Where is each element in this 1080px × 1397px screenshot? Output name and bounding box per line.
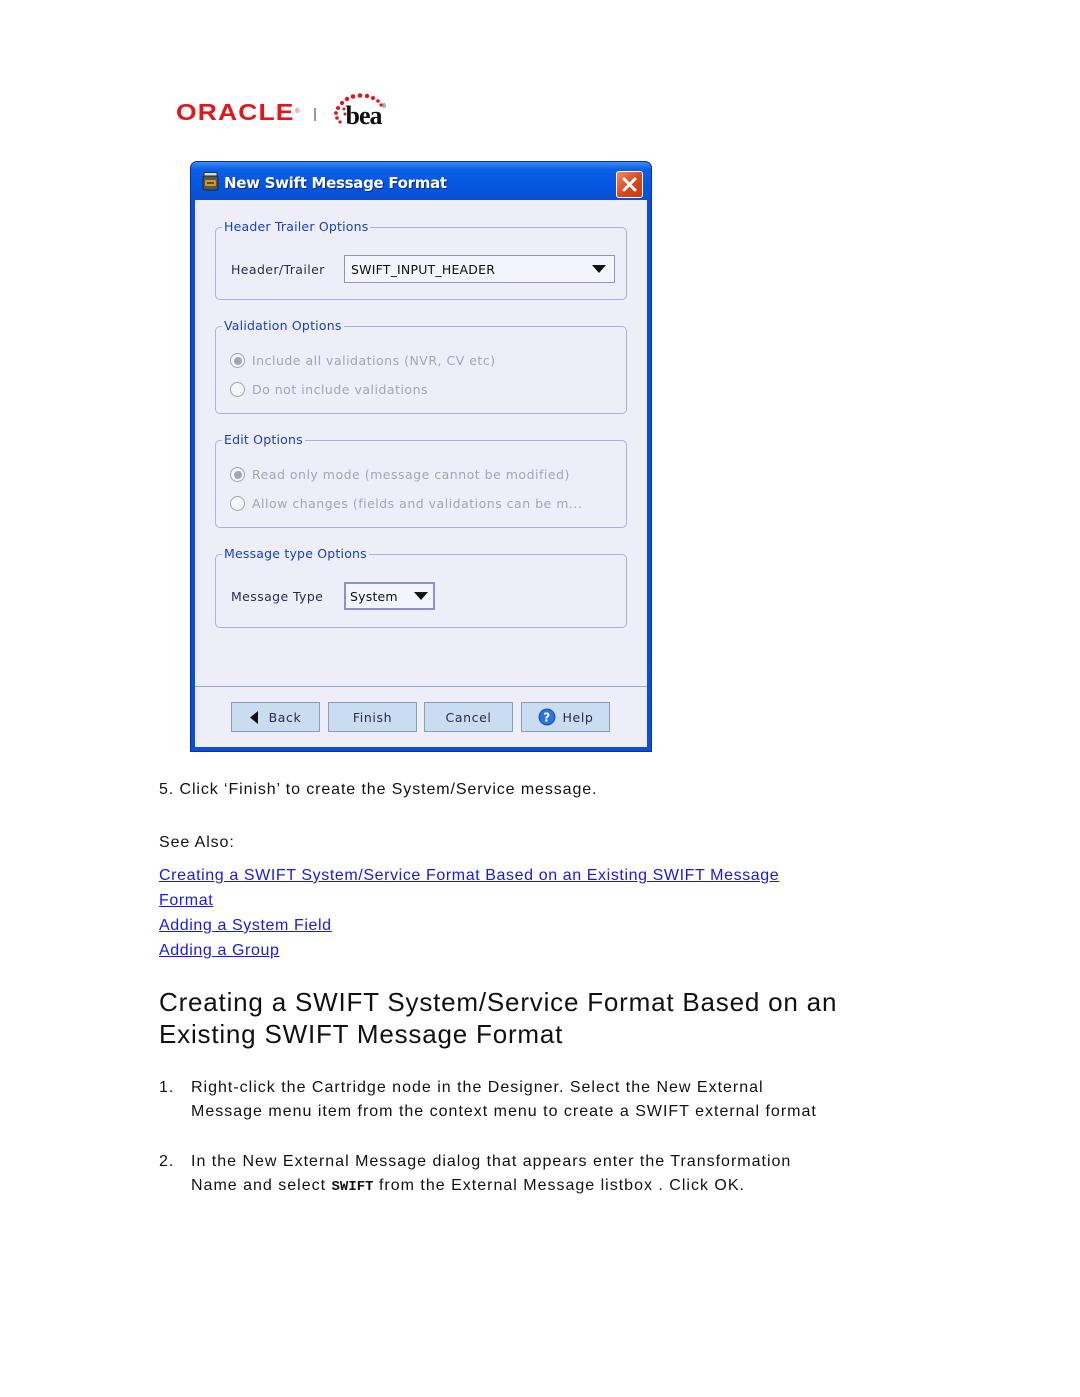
radio-include-all-validations[interactable]: Include all validations (NVR, CV etc) (230, 353, 496, 368)
chevron-down-icon (414, 592, 428, 600)
step-5-text: 5. Click ‘Finish’ to create the System/S… (159, 781, 598, 798)
message-type-value: System (350, 588, 398, 604)
header-trailer-label: Header/Trailer (231, 262, 325, 277)
radio-label: Include all validations (NVR, CV etc) (252, 353, 496, 368)
radio-allow-changes[interactable]: Allow changes (fields and validations ca… (230, 496, 582, 511)
jar-icon (202, 172, 219, 191)
radio-label: Allow changes (fields and validations ca… (252, 496, 583, 511)
message-type-options-group: Message type Options Message Type System (215, 546, 627, 628)
logo-divider (313, 107, 316, 121)
back-button-label: Back (268, 709, 302, 725)
registered-mark: ® (295, 109, 300, 115)
radio-read-only-mode[interactable]: Read only mode (message cannot be modifi… (230, 467, 570, 482)
step-number: 2. (159, 1153, 175, 1170)
close-icon (622, 177, 637, 192)
group-legend: Edit Options (222, 432, 305, 448)
link-adding-group[interactable]: Adding a Group (159, 938, 919, 963)
section-heading: Creating a SWIFT System/Service Format B… (159, 986, 939, 1050)
radio-selected-dot (233, 356, 242, 365)
step-line: Message menu item from the context menu … (191, 1103, 817, 1120)
header-trailer-select[interactable]: SWIFT_INPUT_HEADER (344, 255, 615, 283)
title-bar[interactable]: New Swift Message Format (191, 162, 651, 200)
bea-logo: bea ® (333, 92, 386, 132)
group-legend: Header Trailer Options (222, 219, 371, 235)
step-number: 1. (159, 1079, 175, 1096)
step-text: from the External Message listbox . Clic… (373, 1177, 745, 1194)
svg-text:?: ? (543, 711, 551, 725)
heading-line-2: Existing SWIFT Message Format (159, 1019, 564, 1049)
message-type-label: Message Type (231, 589, 324, 604)
step-text: Name and select (191, 1177, 332, 1194)
step-1: 1. Right-click the Cartridge node in the… (159, 1076, 919, 1124)
message-type-select[interactable]: System (344, 582, 435, 610)
help-button[interactable]: ? Help (521, 702, 610, 732)
see-also-label: See Also: (159, 834, 235, 851)
radio-button[interactable] (230, 496, 245, 511)
cancel-button[interactable]: Cancel (424, 702, 513, 732)
link-creating-swift-system-service-format[interactable]: Creating a SWIFT System/Service Format B… (159, 863, 919, 888)
dialog-body: Header Trailer Options Header/Trailer SW… (195, 200, 647, 747)
cancel-button-label: Cancel (445, 709, 492, 725)
finish-button-label: Finish (352, 709, 393, 725)
code-swift: SWIFT (331, 1179, 374, 1195)
radio-button[interactable] (230, 382, 245, 397)
button-bar-divider (195, 686, 647, 687)
back-button[interactable]: Back (231, 702, 320, 732)
back-arrow-icon (249, 710, 258, 724)
step-line: Right-click the Cartridge node in the De… (191, 1079, 764, 1096)
help-icon: ? (538, 708, 556, 726)
heading-line-1: Creating a SWIFT System/Service Format B… (159, 987, 838, 1017)
help-button-label: Help (562, 709, 594, 725)
bea-swirl-icon (333, 93, 383, 124)
new-swift-message-format-dialog: New Swift Message Format Header Trailer … (190, 161, 652, 752)
link-adding-system-field[interactable]: Adding a System Field (159, 913, 919, 938)
validation-options-group: Validation Options Include all validatio… (215, 318, 627, 414)
radio-button[interactable] (230, 353, 245, 368)
oracle-wordmark: ORACLE (176, 98, 295, 125)
step-line: In the New External Message dialog that … (191, 1153, 792, 1170)
oracle-bea-logo: ORACLE ® bea ® (176, 92, 386, 132)
edit-options-group: Edit Options Read only mode (message can… (215, 432, 627, 528)
finish-button[interactable]: Finish (328, 702, 417, 732)
chevron-down-icon (592, 265, 606, 273)
radio-label: Read only mode (message cannot be modifi… (252, 467, 570, 482)
header-trailer-options-group: Header Trailer Options Header/Trailer SW… (215, 219, 627, 300)
radio-label: Do not include validations (252, 382, 429, 397)
radio-button[interactable] (230, 467, 245, 482)
group-legend: Validation Options (222, 318, 344, 334)
link-creating-swift-system-service-format-cont[interactable]: Format (159, 888, 919, 913)
step-2: 2. In the New External Message dialog th… (159, 1150, 919, 1199)
dialog-title: New Swift Message Format (224, 174, 447, 192)
see-also-links: Creating a SWIFT System/Service Format B… (159, 863, 919, 963)
header-trailer-value: SWIFT_INPUT_HEADER (351, 261, 496, 277)
close-button[interactable] (616, 171, 643, 198)
group-legend: Message type Options (222, 546, 369, 562)
radio-selected-dot (233, 470, 242, 479)
radio-no-validations[interactable]: Do not include validations (230, 382, 428, 397)
step-line: Name and select SWIFT from the External … (191, 1174, 791, 1199)
